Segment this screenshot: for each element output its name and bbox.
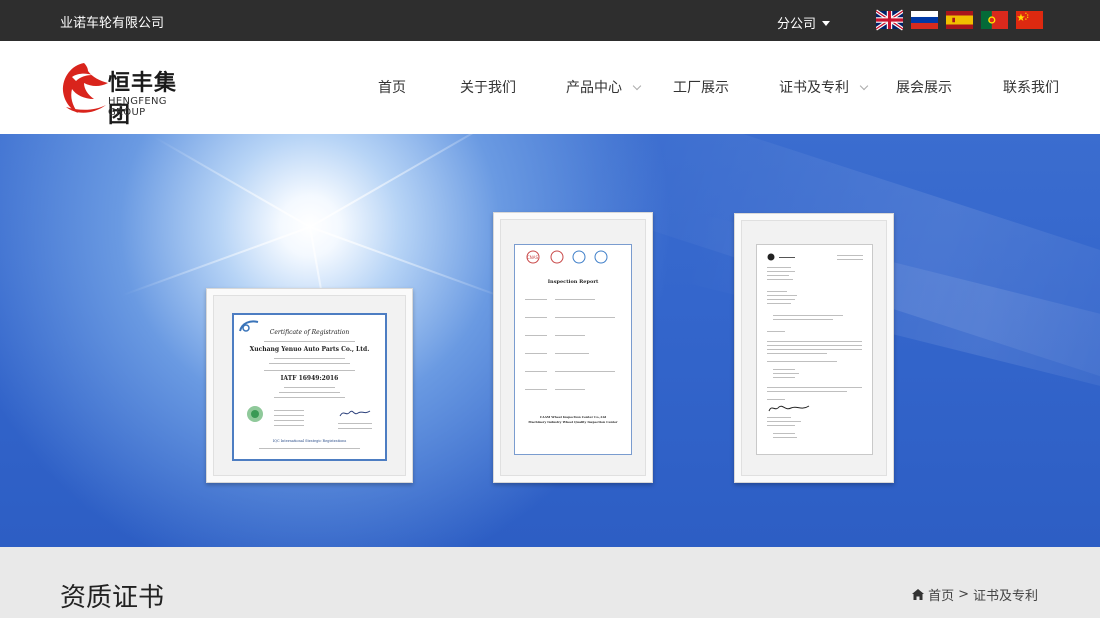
globe-seal-icon [247, 406, 263, 422]
nav-item-products[interactable]: 产品中心 [566, 77, 642, 97]
nav-item-certificates[interactable]: 证书及专利 [779, 77, 869, 97]
nav-label: 展会展示 [896, 80, 952, 96]
nav-item-factory[interactable]: 工厂展示 [673, 77, 729, 97]
russia-flag-icon[interactable] [911, 9, 938, 31]
inspection-center-name: CAAM Wheel Inspection Center Co.,Ltd [539, 415, 607, 419]
certificate-frame-iatf[interactable]: Certificate of Registration Xuchang Yenu… [206, 288, 413, 483]
company-name: 业诺车轮有限公司 [60, 16, 165, 31]
section-header: 资质证书 首页 > 证书及专利 [0, 547, 1100, 618]
branch-dropdown[interactable]: 分公司 [777, 13, 831, 32]
nav-label: 证书及专利 [779, 80, 849, 96]
uk-flag-icon[interactable] [876, 9, 903, 31]
breadcrumb-separator: > [958, 587, 969, 602]
dot-seal-icon [767, 253, 775, 261]
china-flag-icon[interactable] [1016, 9, 1043, 31]
caret-down-icon [822, 21, 831, 26]
inspection-report-title: Inspection Report [547, 279, 599, 285]
nav-item-exhibitions[interactable]: 展会展示 [896, 77, 952, 97]
signature-icon [768, 405, 810, 412]
nav-item-about[interactable]: 关于我们 [460, 77, 516, 97]
certificate-frame-inspection[interactable]: CNAS Inspection Report CAAM Wheel Inspec… [493, 212, 653, 483]
accreditation-logos-icon: CNAS [526, 250, 608, 264]
certificate-iatf: Certificate of Registration Xuchang Yenu… [232, 313, 387, 461]
certificate-footer: IQC International Strategic Registration… [272, 439, 347, 443]
site-header: 恒丰集团 HENGFENG GROUP 首页 关于我们 产品中心 工厂展示 证书… [0, 41, 1100, 134]
certificate-frame-letter[interactable] [734, 213, 894, 483]
chevron-down-icon [859, 81, 869, 91]
inspection-center-subtitle: Machinery Industry Wheel Quality Inspect… [528, 420, 618, 424]
sun-ray [153, 136, 311, 228]
breadcrumb-home-link[interactable]: 首页 [928, 585, 954, 604]
spain-flag-icon[interactable] [946, 9, 973, 31]
nav-item-home[interactable]: 首页 [378, 77, 406, 97]
signature-icon [339, 410, 371, 417]
sun-ray [121, 226, 311, 297]
sun-ray [309, 134, 519, 228]
nav-label: 产品中心 [566, 80, 622, 96]
svg-text:CNAS: CNAS [527, 255, 539, 260]
breadcrumb-current: 证书及专利 [972, 589, 1038, 604]
branch-label: 分公司 [777, 17, 817, 32]
certificate-standard: IATF 16949:2016 [280, 375, 339, 382]
language-flags [876, 9, 1043, 31]
nav-label: 工厂展示 [673, 80, 729, 96]
main-nav: 首页 关于我们 产品中心 工厂展示 证书及专利 展会展示 联系我们 [0, 41, 1100, 134]
inspection-report: CNAS Inspection Report CAAM Wheel Inspec… [514, 244, 632, 455]
home-icon [912, 589, 925, 600]
portugal-flag-icon[interactable] [981, 9, 1008, 31]
top-bar: 业诺车轮有限公司 分公司 [0, 0, 1100, 41]
page-title: 资质证书 [60, 583, 165, 613]
hero-banner: Certificate of Registration Xuchang Yenu… [0, 134, 1100, 547]
certificate-title: Certificate of Registration [269, 329, 350, 336]
certificate-company: Xuchang Yenuo Auto Parts Co., Ltd. [249, 346, 370, 353]
nav-label: 关于我们 [460, 80, 516, 96]
nav-label: 联系我们 [1003, 80, 1059, 96]
dot-letter [756, 244, 873, 455]
nav-item-contact[interactable]: 联系我们 [1003, 77, 1059, 97]
nav-label: 首页 [378, 80, 406, 96]
chevron-down-icon [632, 81, 642, 91]
breadcrumb: 首页 > 证书及专利 [912, 585, 1038, 604]
